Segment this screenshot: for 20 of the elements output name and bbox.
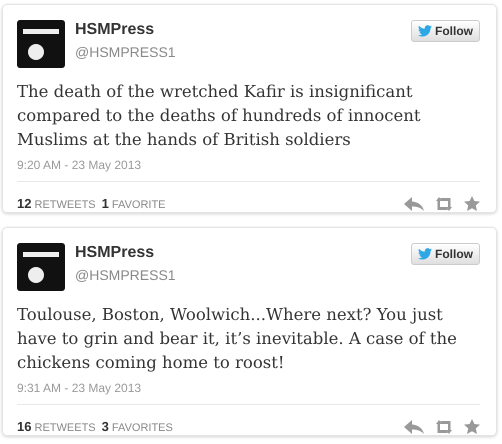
favorite-count[interactable]: 1 FAVORITE (102, 196, 166, 211)
reply-icon[interactable] (404, 420, 424, 434)
follow-button[interactable]: Follow (411, 20, 480, 42)
user-name[interactable]: HSMPress (75, 244, 401, 262)
user-handle: @HSMPRESS1 (75, 267, 177, 283)
retweet-icon[interactable] (434, 420, 454, 434)
tweet-text: Toulouse, Boston, Woolwich...Where next? You just have to grin and bear it, it’s inevitable. A case of the chickens coming home to roost! (17, 304, 458, 374)
favorite-count[interactable]: 3 FAVORITES (102, 419, 173, 434)
retweet-icon[interactable] (434, 196, 454, 210)
bird-icon (418, 25, 432, 37)
bird-icon (418, 248, 432, 260)
user-handle: @HSMPRESS1 (75, 44, 177, 60)
star-icon[interactable] (464, 419, 480, 434)
user-name[interactable]: HSMPress (75, 21, 401, 39)
follow-button[interactable]: Follow (411, 243, 480, 265)
reply-icon[interactable] (404, 196, 424, 210)
star-icon[interactable] (464, 196, 480, 211)
retweet-count[interactable]: 12 RETWEETS (17, 196, 96, 211)
retweet-count[interactable]: 16 RETWEETS (17, 419, 96, 434)
tweet-text: The death of the wretched Kafir is insignificant compared to the deaths of hundreds of innocent Muslims at the hands of British soldiers (17, 81, 422, 151)
